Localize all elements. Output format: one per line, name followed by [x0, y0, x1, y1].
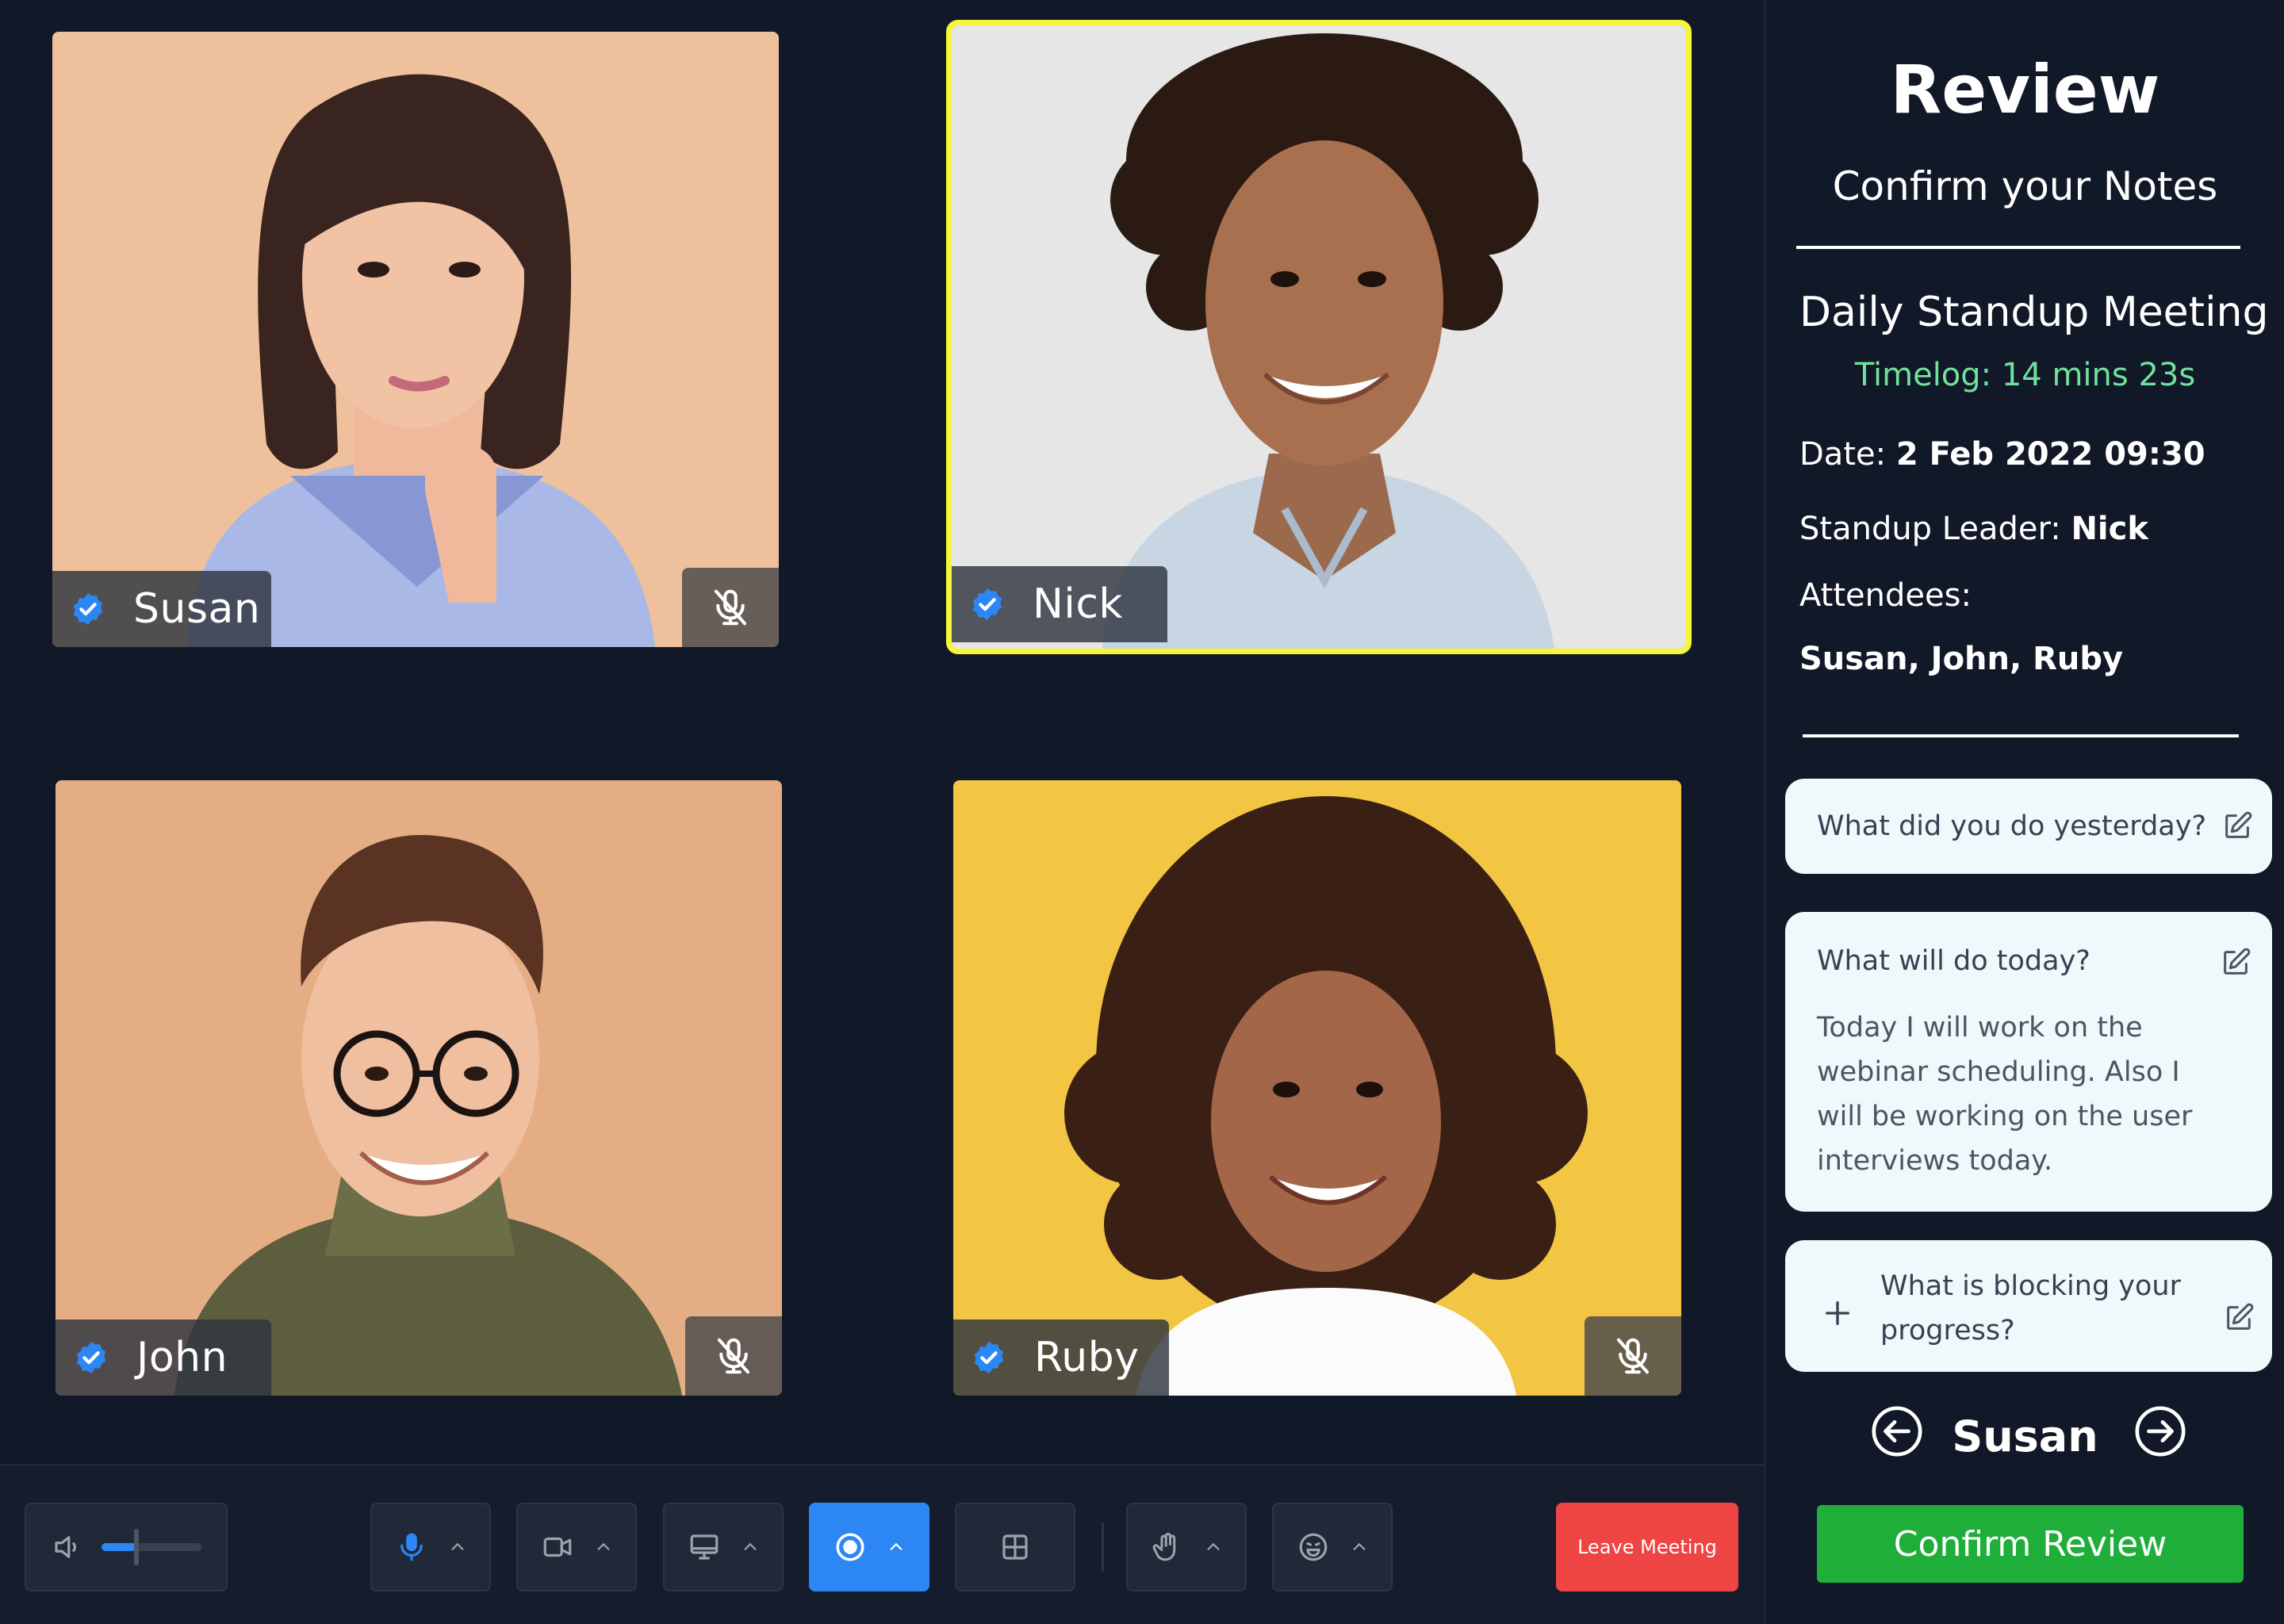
participant-video-susan — [52, 32, 779, 647]
plus-icon[interactable] — [1822, 1297, 1853, 1329]
note-question: What did you do yesterday? — [1817, 810, 2207, 842]
share-screen-button[interactable] — [663, 1503, 784, 1591]
edit-icon[interactable] — [2220, 947, 2251, 979]
verified-badge-icon — [974, 1341, 1004, 1374]
layout-button[interactable] — [955, 1503, 1075, 1591]
participant-tile-john[interactable]: John — [56, 780, 782, 1396]
raise-hand-icon — [1152, 1532, 1176, 1561]
standup-leader: Standup Leader: Nick — [1799, 511, 2148, 547]
video-grid: Susan Nick John Ruby — [0, 0, 1764, 1464]
timelog: Timelog: 14 mins 23s — [1854, 357, 2196, 393]
participant-name: Ruby — [1034, 1334, 1140, 1381]
chevron-up-icon[interactable] — [887, 1538, 905, 1556]
divider — [1803, 734, 2239, 737]
current-person: Susan — [1952, 1411, 2098, 1461]
note-question: What will do today? — [1817, 945, 2090, 977]
note-question: What is blocking your progress? — [1880, 1270, 2181, 1346]
participant-tile-ruby[interactable]: Ruby — [953, 780, 1681, 1396]
participant-nametag: John — [56, 1320, 271, 1396]
participant-nametag: Nick — [952, 566, 1167, 642]
volume-slider-thumb[interactable] — [134, 1529, 140, 1565]
confirm-review-button[interactable]: Confirm Review — [1817, 1505, 2244, 1583]
mic-status[interactable] — [685, 1316, 782, 1396]
video-meeting-app: Susan Nick John Ruby Leave Meeting Revie… — [0, 0, 2284, 1624]
leave-meeting-button[interactable]: Leave Meeting — [1556, 1503, 1738, 1591]
microphone-button[interactable] — [370, 1503, 491, 1591]
panel-title: Review — [1890, 51, 2160, 128]
chevron-up-icon[interactable] — [595, 1538, 612, 1556]
review-panel: Review Confirm your Notes Daily Standup … — [1764, 0, 2284, 1624]
raise-hand-button[interactable] — [1126, 1503, 1247, 1591]
note-card-blockers[interactable]: What is blocking your progress? — [1785, 1240, 2272, 1372]
participant-video-john — [56, 780, 782, 1396]
video-camera-icon — [543, 1537, 572, 1557]
divider — [1796, 246, 2240, 249]
verified-badge-icon — [972, 588, 1002, 621]
volume-slider[interactable] — [102, 1529, 201, 1565]
note-answer: Today I will work on the webinar schedul… — [1817, 1012, 2193, 1177]
participant-video-nick — [952, 25, 1686, 649]
participant-tile-nick[interactable]: Nick — [946, 20, 1692, 654]
microphone-icon — [400, 1533, 423, 1561]
participant-tile-susan[interactable]: Susan — [52, 32, 779, 647]
edit-icon[interactable] — [2223, 1302, 2255, 1334]
participant-name: Susan — [133, 585, 261, 633]
monitor-icon — [690, 1534, 719, 1560]
speaker-icon — [55, 1536, 76, 1558]
emoji-icon — [1299, 1533, 1328, 1561]
mic-muted-icon — [1616, 1338, 1650, 1374]
attendees-value: Susan, John, Ruby — [1799, 641, 2124, 677]
chevron-up-icon[interactable] — [742, 1538, 759, 1556]
edit-icon[interactable] — [2221, 810, 2253, 842]
toolbar-divider — [1102, 1522, 1104, 1572]
record-icon — [836, 1533, 864, 1561]
arrow-right-circle-icon[interactable] — [2133, 1404, 2188, 1459]
mic-status[interactable] — [682, 568, 779, 647]
meeting-toolbar: Leave Meeting — [0, 1464, 1764, 1624]
panel-subtitle: Confirm your Notes — [1832, 163, 2218, 209]
mic-muted-icon — [717, 1338, 750, 1374]
chevron-up-icon[interactable] — [1205, 1538, 1222, 1556]
grid-layout-icon — [1002, 1534, 1028, 1560]
meeting-name: Daily Standup Meeting — [1799, 289, 2269, 336]
attendees-label: Attendees: — [1799, 577, 1972, 614]
participant-nametag: Ruby — [953, 1320, 1169, 1396]
reactions-button[interactable] — [1272, 1503, 1393, 1591]
participant-name: Nick — [1033, 580, 1124, 628]
volume-slider-fill — [102, 1543, 137, 1551]
meeting-date: Date: 2 Feb 2022 09:30 — [1799, 436, 2205, 473]
note-card-yesterday[interactable]: What did you do yesterday? — [1785, 779, 2272, 874]
mic-muted-icon — [714, 589, 747, 626]
mic-status[interactable] — [1585, 1316, 1681, 1396]
participant-video-ruby — [953, 780, 1681, 1396]
record-button[interactable] — [809, 1503, 929, 1591]
chevron-up-icon[interactable] — [449, 1538, 466, 1556]
volume-control[interactable] — [25, 1503, 228, 1591]
chevron-up-icon[interactable] — [1351, 1538, 1368, 1556]
participant-nametag: Susan — [52, 571, 272, 647]
verified-badge-icon — [76, 1341, 106, 1374]
camera-button[interactable] — [516, 1503, 637, 1591]
note-card-today[interactable]: What will do today? Today I will work on… — [1785, 912, 2272, 1212]
verified-badge-icon — [73, 592, 103, 626]
participant-name: John — [136, 1334, 228, 1381]
